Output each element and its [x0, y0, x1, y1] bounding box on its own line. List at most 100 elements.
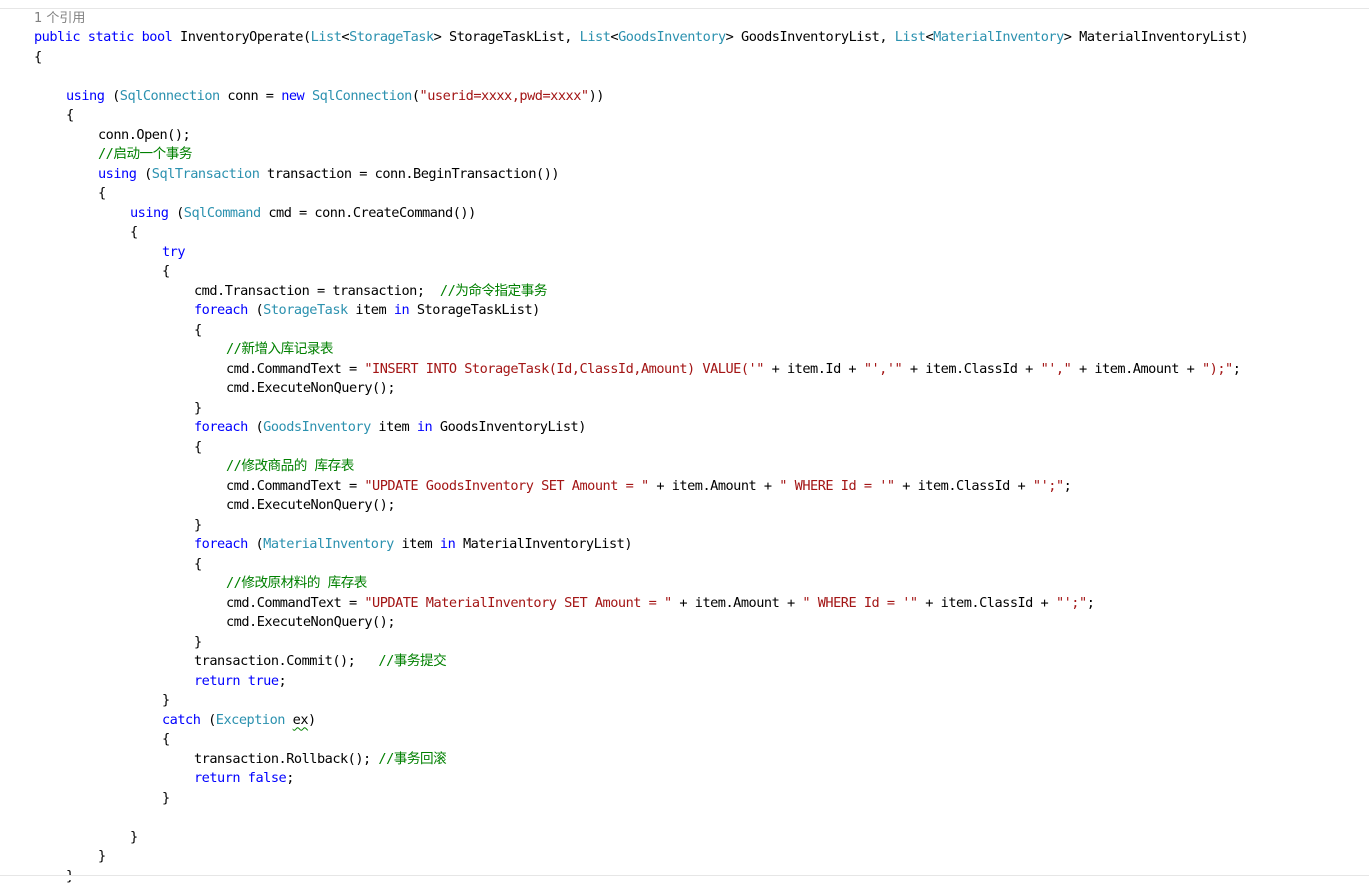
- code-line: //修改原材料的 库存表: [226, 574, 367, 594]
- code-token: {: [130, 224, 138, 240]
- code-token: GoodsInventoryList): [432, 419, 587, 435]
- code-token: try: [162, 243, 186, 260]
- code-token: cmd.ExecuteNonQuery();: [226, 380, 396, 396]
- code-line: //修改商品的 库存表: [226, 457, 354, 477]
- code-token: }: [162, 789, 170, 806]
- code-token: " WHERE Id = '": [802, 594, 918, 611]
- code-token: //为命令指定事务: [439, 282, 548, 299]
- code-line: cmd.Transaction = transaction; //为命令指定事务: [194, 282, 547, 302]
- code-token: "',": [1040, 360, 1072, 377]
- code-token: in: [416, 419, 433, 435]
- code-token: in: [393, 302, 410, 318]
- code-token: + item.Amount +: [648, 477, 780, 494]
- code-token: > StorageTaskList,: [433, 29, 580, 45]
- code-token: 1 个引用: [34, 10, 86, 26]
- code-line: try: [162, 243, 186, 263]
- code-token: <: [925, 29, 934, 45]
- code-token: + item.Amount +: [671, 594, 803, 611]
- code-line: {: [98, 184, 106, 204]
- code-token: "','": [863, 360, 903, 377]
- code-token: (: [136, 165, 152, 182]
- code-token: GoodsInventory: [618, 29, 726, 45]
- code-token: SqlConnection: [311, 87, 412, 104]
- code-line: }: [98, 847, 106, 867]
- code-token: }: [194, 399, 202, 416]
- codelens-references[interactable]: 1 个引用: [34, 9, 85, 29]
- code-line: }: [194, 633, 202, 653]
- code-line: cmd.CommandText = "UPDATE MaterialInvent…: [226, 594, 1095, 614]
- code-token: conn =: [219, 87, 282, 104]
- code-line: //新增入库记录表: [226, 340, 334, 360]
- code-line: cmd.ExecuteNonQuery();: [226, 496, 396, 516]
- code-token: (: [247, 536, 264, 552]
- code-line: transaction.Commit(); //事务提交: [194, 652, 447, 672]
- code-token: {: [162, 731, 170, 747]
- code-line: conn.Open();: [98, 126, 191, 146]
- code-token: "UPDATE GoodsInventory SET Amount = ": [364, 477, 649, 494]
- code-token: List: [894, 29, 926, 45]
- code-line: return true;: [194, 672, 287, 692]
- code-token: //事务回滚: [378, 750, 447, 767]
- code-line: {: [34, 48, 42, 68]
- code-token: static: [87, 29, 135, 45]
- code-line: using (SqlConnection conn = new SqlConne…: [66, 87, 604, 107]
- code-line: using (SqlCommand cmd = conn.CreateComma…: [130, 204, 476, 224]
- code-token: transaction.Rollback();: [194, 750, 379, 767]
- code-token: {: [34, 48, 42, 65]
- code-line: }: [194, 516, 202, 536]
- code-token: {: [66, 107, 74, 123]
- code-token: "userid=xxxx,pwd=xxxx": [419, 87, 590, 104]
- code-token: using: [66, 87, 105, 104]
- code-token: ;: [278, 672, 287, 689]
- code-token: using: [98, 165, 137, 182]
- code-token: {: [98, 185, 106, 201]
- code-line: public static bool InventoryOperate( List…: [34, 28, 1249, 48]
- code-token: }: [162, 692, 170, 708]
- code-token: cmd = conn.CreateCommand()): [260, 204, 476, 221]
- code-token: GoodsInventory: [263, 419, 371, 435]
- code-token: cmd.Transaction = transaction;: [194, 282, 440, 299]
- unused-variable-warning: ex: [292, 711, 309, 728]
- code-token: cmd.CommandText =: [226, 360, 365, 377]
- code-token: }: [194, 633, 202, 650]
- code-token: InventoryOperate(: [172, 29, 311, 45]
- code-token: MaterialInventory: [263, 536, 394, 552]
- code-token: bool: [141, 29, 173, 45]
- code-token: "INSERT INTO StorageTask(Id,ClassId,Amou…: [364, 360, 764, 377]
- code-token: List: [579, 29, 611, 45]
- code-token: "';": [1032, 477, 1064, 494]
- code-token: foreach: [194, 419, 248, 435]
- code-token: item: [393, 536, 440, 552]
- code-line: foreach (MaterialInventory item in Mater…: [194, 535, 633, 555]
- code-token: transaction.Commit();: [194, 653, 379, 669]
- editor-top-border: [0, 0, 1369, 9]
- code-token: {: [162, 263, 170, 279]
- code-token: ;: [1232, 360, 1241, 377]
- code-token: {: [194, 438, 202, 455]
- code-token: > MaterialInventoryList): [1063, 29, 1249, 45]
- code-token: <: [341, 29, 350, 45]
- code-line: }: [162, 789, 170, 809]
- code-token: item: [370, 419, 417, 435]
- code-token: (: [411, 87, 420, 104]
- code-token: MaterialInventory: [933, 29, 1064, 45]
- code-editor[interactable]: /// <returns></returns>1 个引用public stati…: [0, 0, 1369, 889]
- code-line: {: [162, 262, 170, 282]
- code-token: + item.Amount +: [1071, 360, 1202, 377]
- code-token: //启动一个事务: [98, 146, 192, 162]
- code-line: cmd.ExecuteNonQuery();: [226, 379, 396, 399]
- code-token: {: [194, 555, 202, 572]
- code-token: (: [168, 204, 184, 221]
- code-token: catch: [162, 711, 201, 728]
- code-line: cmd.CommandText = "UPDATE GoodsInventory…: [226, 477, 1072, 497]
- code-token: public: [34, 29, 81, 45]
- code-token: transaction = conn.BeginTransaction()): [259, 165, 560, 182]
- code-token: StorageTaskList): [409, 302, 540, 318]
- code-token: + item.ClassId +: [917, 594, 1056, 611]
